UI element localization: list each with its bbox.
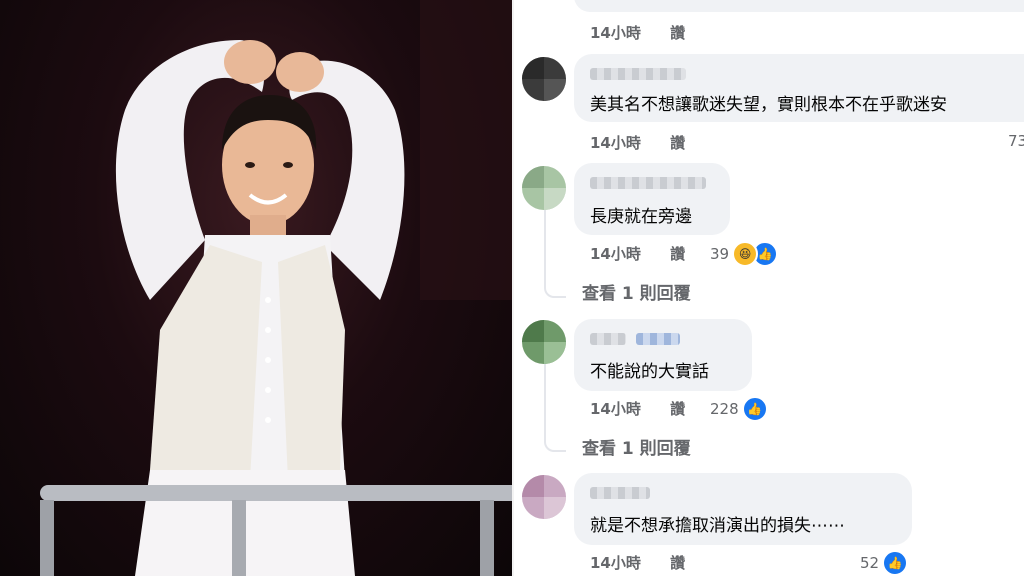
comment-bubble-partial [574, 0, 1024, 12]
avatar-blurred[interactable] [522, 320, 566, 364]
like-link[interactable]: 讚 [670, 554, 685, 572]
comment-bubble: 不能說的大實話 [574, 319, 752, 391]
comment-bubble: 長庚就在旁邊 [574, 163, 730, 235]
commenter-name-blurred[interactable] [590, 333, 626, 345]
thread-connector [544, 364, 566, 452]
avatar-blurred[interactable] [522, 57, 566, 101]
haha-icon: 😆 [732, 241, 759, 267]
comment-time[interactable]: 14小時 [590, 554, 641, 572]
commenter-name-blurred[interactable] [590, 68, 686, 80]
comment-meta-0: 14小時 讚 [590, 22, 685, 43]
concert-photo [0, 0, 512, 576]
avatar-blurred[interactable] [522, 475, 566, 519]
view-replies-link[interactable]: 查看 1 則回覆 [582, 279, 691, 304]
comment-text: 長庚就在旁邊 [590, 207, 692, 227]
view-replies-link[interactable]: 查看 1 則回覆 [582, 434, 691, 459]
like-link[interactable]: 讚 [670, 24, 685, 42]
comment-time[interactable]: 14小時 [590, 245, 641, 263]
comment-time[interactable]: 14小時 [590, 24, 641, 42]
thread-connector [544, 210, 566, 298]
comment-meta-1: 14小時 讚 [590, 132, 685, 153]
avatar-blurred[interactable] [522, 166, 566, 210]
like-icon: 👍 [741, 396, 768, 422]
comment-text: 美其名不想讓歌迷失望，實則根本不在乎歌迷安 [590, 95, 947, 115]
reaction-count[interactable]: 39 😆 👍 [710, 241, 779, 267]
like-icon: 👍 [882, 550, 909, 576]
comment-time[interactable]: 14小時 [590, 134, 641, 152]
comment-thread: 14小時 讚 美其名不想讓歌迷失望，實則根本不在乎歌迷安 14小時 讚 73 長… [514, 0, 1024, 576]
like-link[interactable]: 讚 [670, 245, 685, 263]
reaction-count[interactable]: 52 👍 [860, 550, 909, 576]
comment-meta-2: 14小時 讚 [590, 243, 685, 264]
reaction-count[interactable]: 228 👍 [710, 396, 768, 422]
comment-bubble: 美其名不想讓歌迷失望，實則根本不在乎歌迷安 [574, 54, 1024, 122]
comment-bubble: 就是不想承擔取消演出的損失⋯⋯ [574, 473, 912, 545]
commenter-name-blurred[interactable] [590, 487, 650, 499]
comment-text: 就是不想承擔取消演出的損失⋯⋯ [590, 516, 845, 536]
like-link[interactable]: 讚 [670, 400, 685, 418]
commenter-badge-blurred[interactable] [636, 333, 680, 345]
commenter-name-blurred[interactable] [590, 177, 706, 189]
comment-time[interactable]: 14小時 [590, 400, 641, 418]
like-link[interactable]: 讚 [670, 134, 685, 152]
singer-heart-gesture-illustration [40, 0, 512, 576]
comment-meta-3: 14小時 讚 [590, 398, 685, 419]
reaction-count[interactable]: 73 [1008, 132, 1024, 150]
comment-meta-4: 14小時 讚 [590, 552, 685, 573]
comment-text: 不能說的大實話 [590, 362, 709, 382]
